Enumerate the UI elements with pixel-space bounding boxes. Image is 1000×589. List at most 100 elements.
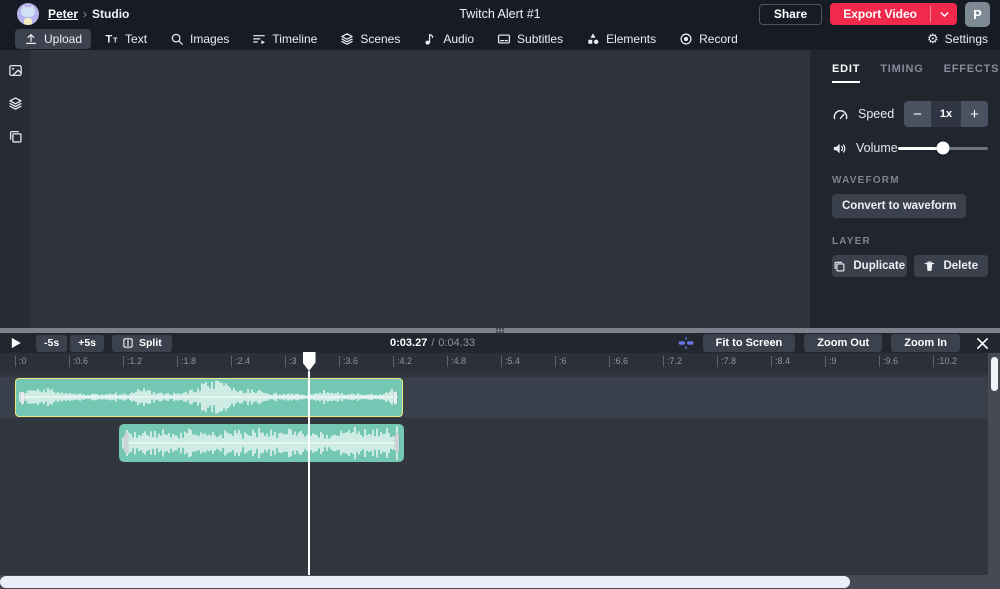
inspector-panel: EDIT TIMING EFFECTS Speed − 1x + Volume xyxy=(810,50,1000,328)
svg-text:T: T xyxy=(105,34,112,46)
image-icon xyxy=(8,63,23,78)
toolbar-item-timeline[interactable]: Timeline xyxy=(243,29,326,49)
ruler-tick: :0.6 xyxy=(69,356,88,367)
volume-slider[interactable] xyxy=(898,141,988,155)
timeline-tracks xyxy=(0,372,1000,575)
export-video-label: Export Video xyxy=(830,3,930,25)
close-timeline-button[interactable] xyxy=(975,336,990,351)
toolbar-item-label: Elements xyxy=(606,32,656,46)
copies-icon xyxy=(8,129,23,144)
speed-row: Speed − 1x + xyxy=(832,101,988,127)
upload-icon xyxy=(24,32,38,46)
play-icon xyxy=(9,336,23,350)
toolbar-items: Upload TTTextImages Timeline Scenes AudioSub… xyxy=(15,29,747,49)
split-button[interactable]: Split xyxy=(112,335,172,352)
left-rail xyxy=(0,50,30,328)
export-menu-button[interactable] xyxy=(931,3,957,25)
toolbar-item-images[interactable]: Images xyxy=(161,29,238,49)
ruler-tick: :7.2 xyxy=(663,356,682,367)
share-button[interactable]: Share xyxy=(759,4,822,25)
toolbar-item-label: Scenes xyxy=(360,32,400,46)
speed-decrease-button[interactable]: − xyxy=(904,101,931,127)
toolbar-item-audio[interactable]: Audio xyxy=(414,29,483,49)
timeline-view-controls: Fit to Screen Zoom Out Zoom In xyxy=(678,334,990,352)
zoom-out-button[interactable]: Zoom Out xyxy=(804,334,882,352)
gear-icon: ⚙ xyxy=(927,31,939,46)
volume-thumb[interactable] xyxy=(937,142,950,155)
vertical-scrollbar xyxy=(988,353,1000,575)
top-header: Peter › Studio Twitch Alert #1 Share Exp… xyxy=(0,0,1000,28)
toolbar-item-upload[interactable]: Upload xyxy=(15,29,91,49)
playhead-line xyxy=(308,371,310,575)
forward-5s-button[interactable]: +5s xyxy=(70,335,104,352)
speed-increase-button[interactable]: + xyxy=(961,101,988,127)
subtitles-icon xyxy=(497,32,511,46)
toolbar-item-elements[interactable]: Elements xyxy=(577,29,665,49)
ruler-tick: :5.4 xyxy=(501,356,520,367)
audio-note-icon xyxy=(423,32,437,46)
ruler-tick: :2.4 xyxy=(231,356,250,367)
ruler-tick: :6 xyxy=(555,356,567,367)
rail-button-layers[interactable] xyxy=(8,96,23,111)
toolbar-item-scenes[interactable]: Scenes xyxy=(331,29,409,49)
toolbar-item-text[interactable]: TTText xyxy=(96,29,156,49)
avatar[interactable] xyxy=(17,3,39,25)
rail-button-copies[interactable] xyxy=(8,129,23,144)
workspace: EDIT TIMING EFFECTS Speed − 1x + Volume xyxy=(0,50,1000,328)
trim-handle-right[interactable] xyxy=(395,434,399,453)
avatar-art xyxy=(24,18,32,25)
snap-toggle-button[interactable] xyxy=(678,335,694,351)
delete-label: Delete xyxy=(943,260,978,272)
main-toolbar: Upload TTTextImages Timeline Scenes AudioSub… xyxy=(0,28,1000,50)
layer-buttons: Duplicate Delete xyxy=(832,255,988,277)
toolbar-item-record[interactable]: Record xyxy=(670,29,747,49)
ruler-tick: :9.6 xyxy=(879,356,898,367)
ruler-tick: :3.6 xyxy=(339,356,358,367)
close-icon xyxy=(975,336,990,351)
ruler-tick: :4.8 xyxy=(447,356,466,367)
settings-button[interactable]: ⚙ Settings xyxy=(927,32,988,46)
toolbar-item-label: Timeline xyxy=(272,32,317,46)
convert-to-waveform-button[interactable]: Convert to waveform xyxy=(832,194,966,218)
audio-clip-1[interactable] xyxy=(15,378,403,417)
rail-button-image[interactable] xyxy=(8,63,23,78)
speed-label-group: Speed xyxy=(832,106,894,123)
inspector-tabs: EDITTIMINGEFFECTS xyxy=(832,63,988,83)
tab-timing[interactable]: TIMING xyxy=(880,63,923,83)
timecode-display: 0:03.27 / 0:04.33 xyxy=(390,333,475,353)
duplicate-icon xyxy=(833,260,846,273)
duplicate-button[interactable]: Duplicate xyxy=(832,255,907,277)
export-video-button[interactable]: Export Video xyxy=(830,3,957,25)
project-title: Twitch Alert #1 xyxy=(459,0,540,28)
search-icon xyxy=(170,32,184,46)
ruler-tick: :0 xyxy=(15,356,27,367)
total-duration: 0:04.33 xyxy=(438,337,475,349)
toolbar-item-subtitles[interactable]: Subtitles xyxy=(488,29,572,49)
trim-handle-right[interactable] xyxy=(394,391,397,404)
play-button[interactable] xyxy=(9,336,23,350)
tab-effects[interactable]: EFFECTS xyxy=(944,63,1000,83)
trim-handle-left[interactable] xyxy=(124,434,128,453)
fit-to-screen-button[interactable]: Fit to Screen xyxy=(703,334,796,352)
volume-label-group: Volume xyxy=(832,141,898,156)
ruler-tick: :1.2 xyxy=(123,356,142,367)
ruler-tick: :7.8 xyxy=(717,356,736,367)
waveform-heading: WAVEFORM xyxy=(832,175,988,186)
tab-edit[interactable]: EDIT xyxy=(832,63,860,83)
ruler-tick: :8.4 xyxy=(771,356,790,367)
horizontal-scrollbar-thumb[interactable] xyxy=(0,576,850,588)
rewind-5s-button[interactable]: -5s xyxy=(36,335,67,352)
delete-button[interactable]: Delete xyxy=(914,255,989,277)
snap-icon xyxy=(678,335,694,351)
preview-canvas[interactable] xyxy=(30,50,810,328)
trim-handle-left[interactable] xyxy=(21,391,24,404)
audio-clip-2[interactable] xyxy=(119,424,404,462)
breadcrumb-user-link[interactable]: Peter xyxy=(48,7,78,21)
waveform-graphic xyxy=(16,379,403,415)
timeline-ruler[interactable]: :0:0.6:1.2:1.8:2.4:3:3.6:4.2:4.8:5.4:6:6… xyxy=(0,353,1000,372)
duplicate-label: Duplicate xyxy=(853,260,905,272)
vertical-scrollbar-thumb[interactable] xyxy=(991,357,998,391)
profile-badge[interactable]: P xyxy=(965,2,990,27)
zoom-in-button[interactable]: Zoom In xyxy=(891,334,960,352)
toolbar-item-label: Upload xyxy=(44,32,82,46)
